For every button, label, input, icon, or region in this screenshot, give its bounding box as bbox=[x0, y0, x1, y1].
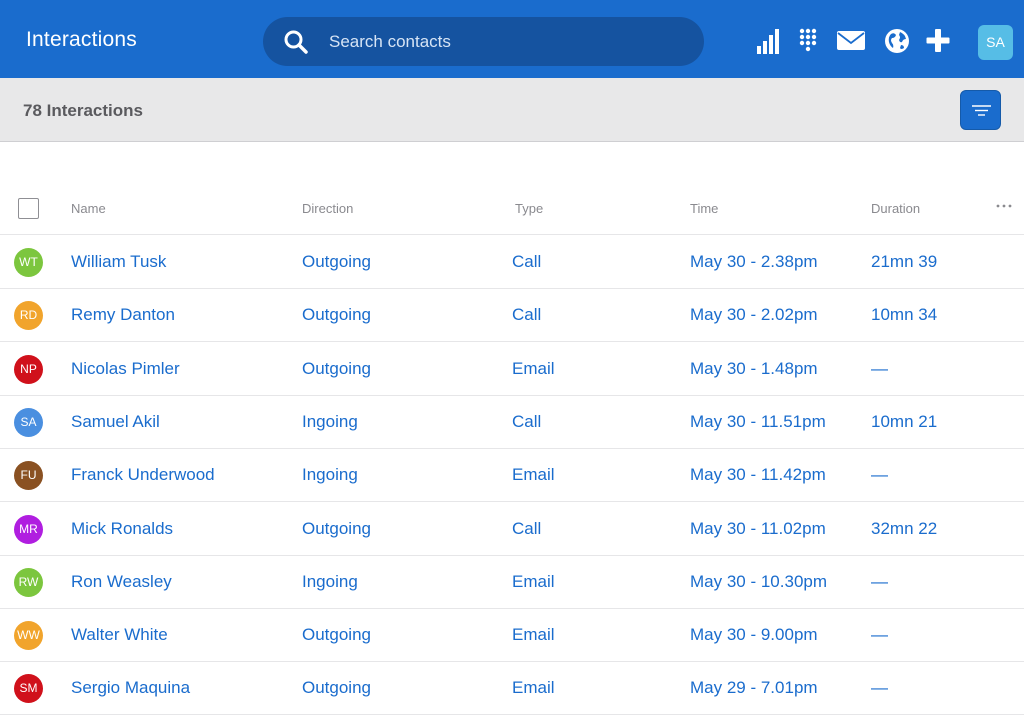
app-title: Interactions bbox=[26, 28, 137, 51]
dialpad-icon[interactable] bbox=[795, 26, 825, 56]
contact-name[interactable]: Ron Weasley bbox=[71, 572, 172, 592]
column-header-duration[interactable]: Duration bbox=[871, 201, 920, 216]
direction-cell: Outgoing bbox=[302, 625, 371, 645]
type-cell: Email bbox=[512, 358, 555, 378]
type-cell: Email bbox=[512, 678, 555, 698]
table-row[interactable]: MR Mick Ronalds Outgoing Call May 30 - 11.02… bbox=[0, 503, 1024, 556]
table-row[interactable]: SM Sergio Maquina Outgoing Email May 29 - 7.… bbox=[0, 662, 1024, 716]
column-header-time[interactable]: Time bbox=[690, 201, 718, 216]
time-cell: May 30 - 10.30pm bbox=[690, 571, 828, 591]
direction-cell: Outgoing bbox=[302, 252, 371, 271]
more-options-icon[interactable] bbox=[994, 196, 1014, 216]
column-header-direction[interactable]: Direction bbox=[302, 201, 353, 216]
time-cell: May 29 - 7.01pm bbox=[690, 678, 818, 698]
contact-avatar[interactable]: FU bbox=[14, 461, 43, 491]
type-cell: Call bbox=[512, 411, 542, 431]
contact-name[interactable]: Samuel Akil bbox=[71, 412, 160, 432]
type-cell: Call bbox=[512, 252, 542, 271]
contact-name[interactable]: Mick Ronalds bbox=[71, 519, 173, 539]
time-cell: May 30 - 9.00pm bbox=[690, 625, 818, 645]
interactions-summary-bar: 78 Interactions bbox=[0, 78, 1024, 142]
search-icon[interactable] bbox=[283, 29, 309, 55]
table-row[interactable]: FU Franck Underwood Ingoing Email May 30 - 1… bbox=[0, 449, 1024, 503]
stats-icon[interactable] bbox=[754, 26, 784, 56]
filter-icon bbox=[972, 105, 991, 116]
contact-name[interactable]: Nicolas Pimler bbox=[71, 359, 180, 379]
user-avatar[interactable]: SA bbox=[978, 25, 1013, 60]
search-box[interactable] bbox=[263, 17, 704, 66]
direction-cell: Ingoing bbox=[302, 411, 358, 431]
duration-cell: 21mn 39 bbox=[871, 252, 938, 271]
direction-cell: Outgoing bbox=[302, 678, 371, 698]
column-header-name[interactable]: Name bbox=[71, 201, 106, 216]
interactions-count: 78 Interactions bbox=[23, 101, 143, 120]
table-row[interactable]: RW Ron Weasley Ingoing Email May 30 - 10.30p… bbox=[0, 556, 1024, 609]
contact-avatar[interactable]: SM bbox=[14, 674, 43, 704]
contact-avatar[interactable]: RW bbox=[14, 567, 43, 597]
duration-cell: 10mn 34 bbox=[871, 305, 938, 325]
direction-cell: Outgoing bbox=[302, 518, 371, 538]
time-cell: May 30 - 1.48pm bbox=[690, 358, 818, 378]
duration-cell: 10mn 21 bbox=[871, 411, 938, 431]
duration-cell: 32mn 22 bbox=[871, 518, 938, 538]
type-cell: Email bbox=[512, 465, 555, 485]
duration-cell: — bbox=[871, 358, 888, 378]
filter-button[interactable] bbox=[960, 90, 1001, 130]
contact-avatar[interactable]: WT bbox=[14, 248, 43, 277]
contact-avatar[interactable]: SA bbox=[14, 407, 43, 437]
time-cell: May 30 - 11.02pm bbox=[690, 518, 826, 538]
time-cell: May 30 - 2.02pm bbox=[690, 305, 818, 325]
column-header-type[interactable]: Type bbox=[515, 201, 543, 216]
type-cell: Call bbox=[512, 518, 542, 538]
table-header: Name Direction Type Time Duration bbox=[0, 182, 1024, 235]
search-input[interactable] bbox=[329, 17, 689, 66]
direction-cell: Outgoing bbox=[302, 305, 371, 325]
time-cell: May 30 - 11.51pm bbox=[690, 411, 826, 431]
contact-name[interactable]: Walter White bbox=[71, 625, 168, 645]
direction-cell: Ingoing bbox=[302, 465, 358, 485]
direction-cell: Ingoing bbox=[302, 571, 358, 591]
contact-avatar[interactable]: NP bbox=[14, 354, 43, 384]
table-row[interactable]: NP Nicolas Pimler Outgoing Email May 30 - 1.… bbox=[0, 343, 1024, 396]
select-all-checkbox[interactable] bbox=[18, 198, 39, 219]
table-row[interactable]: WT William Tusk Outgoing Call May 30 - 2.38p… bbox=[0, 236, 1024, 289]
duration-cell: — bbox=[871, 571, 888, 591]
time-cell: May 30 - 11.42pm bbox=[690, 465, 826, 485]
contact-name[interactable]: William Tusk bbox=[71, 252, 166, 272]
time-cell: May 30 - 2.38pm bbox=[690, 252, 818, 271]
contact-avatar[interactable]: MR bbox=[14, 514, 43, 544]
duration-cell: — bbox=[871, 678, 888, 698]
type-cell: Email bbox=[512, 625, 555, 645]
duration-cell: — bbox=[871, 465, 888, 485]
plus-icon[interactable] bbox=[924, 26, 954, 56]
contact-avatar[interactable]: RD bbox=[14, 301, 43, 331]
mail-icon[interactable] bbox=[836, 26, 866, 56]
type-cell: Call bbox=[512, 305, 542, 325]
direction-cell: Outgoing bbox=[302, 358, 371, 378]
globe-icon[interactable] bbox=[883, 26, 913, 56]
table-row[interactable]: WW Walter White Outgoing Email May 30 - 9.00… bbox=[0, 609, 1024, 663]
table-row[interactable]: SA Samuel Akil Ingoing Call May 30 - 11.51pm… bbox=[0, 396, 1024, 449]
table-row[interactable]: RD Remy Danton Outgoing Call May 30 - 2.02pm… bbox=[0, 289, 1024, 343]
top-bar: Interactions SA bbox=[0, 0, 1024, 78]
contact-avatar[interactable]: WW bbox=[14, 621, 43, 651]
duration-cell: — bbox=[871, 625, 888, 645]
contact-name[interactable]: Remy Danton bbox=[71, 305, 175, 325]
contact-name[interactable]: Sergio Maquina bbox=[71, 678, 190, 698]
type-cell: Email bbox=[512, 571, 555, 591]
contact-name[interactable]: Franck Underwood bbox=[71, 465, 215, 485]
